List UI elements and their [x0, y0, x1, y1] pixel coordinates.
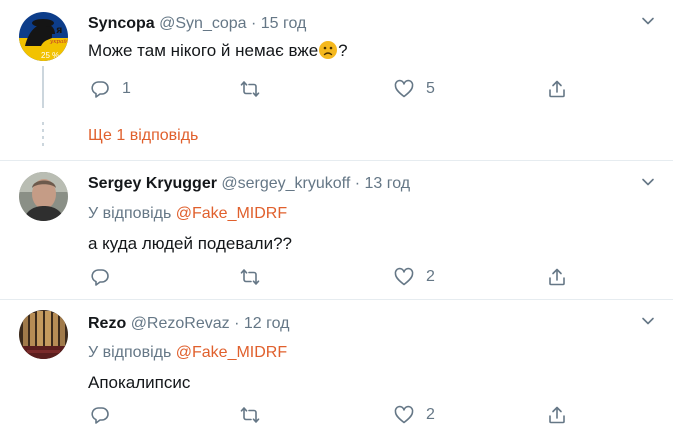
tweet-header: Rezo @RezoRevaz · 12 год	[88, 314, 289, 334]
like-count: 2	[426, 268, 435, 285]
tweet-text: Може там нікого й немає вже?	[88, 40, 348, 62]
separator-dot: ·	[234, 315, 240, 332]
retweet-icon	[240, 81, 260, 97]
avatar[interactable]	[19, 310, 68, 359]
timestamp[interactable]: 15 год	[261, 15, 307, 32]
share-button[interactable]	[547, 404, 567, 426]
thread-dots	[42, 122, 44, 148]
reply-prefix: У відповідь	[88, 205, 172, 222]
like-button[interactable]: 2	[394, 404, 435, 426]
mention-link[interactable]: @Fake_MIDRF	[176, 344, 287, 361]
user-handle[interactable]: @sergey_kryukoff	[221, 175, 350, 192]
thread-line	[42, 66, 44, 108]
separator-dot: ·	[251, 15, 257, 32]
frowning-face-emoji-icon	[319, 41, 338, 59]
user-handle[interactable]: @RezoRevaz	[131, 315, 230, 332]
reply-context: У відповідь @Fake_MIDRF	[88, 205, 287, 223]
like-button[interactable]: 5	[394, 78, 435, 100]
retweet-icon	[240, 407, 260, 423]
chevron-down-icon[interactable]	[641, 175, 655, 189]
user-handle[interactable]: @Syn_copa	[159, 15, 246, 32]
reply-button[interactable]	[90, 266, 122, 288]
mention-link[interactable]: @Fake_MIDRF	[176, 205, 287, 222]
svg-text:українка: українка	[49, 39, 68, 45]
tweet-text: Апокалипсис	[88, 373, 191, 392]
share-icon	[549, 406, 565, 424]
tweet-text: а куда людей подевали??	[88, 234, 293, 253]
retweet-button[interactable]	[240, 404, 272, 426]
svg-text:я: я	[56, 25, 62, 36]
tweet-text-suffix: ?	[338, 41, 348, 60]
like-button[interactable]: 2	[394, 266, 435, 288]
timestamp[interactable]: 12 год	[244, 315, 290, 332]
reply-icon	[91, 269, 109, 286]
heart-icon	[394, 405, 414, 424]
tweet-actions: 2	[88, 266, 608, 288]
retweet-icon	[240, 269, 260, 285]
like-count: 2	[426, 406, 435, 423]
retweet-button[interactable]	[240, 266, 272, 288]
display-name[interactable]: Sergey Kryugger	[88, 175, 217, 192]
share-icon	[549, 80, 565, 98]
share-icon	[549, 268, 565, 286]
tweet-rezo[interactable]: Rezo @RezoRevaz · 12 год У відповідь @Fa…	[0, 300, 673, 436]
tweet-actions: 2	[88, 404, 608, 426]
separator-dot: ·	[354, 175, 361, 192]
reply-button[interactable]: 1	[90, 78, 131, 100]
display-name[interactable]: Rezo	[88, 315, 126, 332]
retweet-button[interactable]	[240, 78, 272, 100]
tweet-syncopa[interactable]: я українка 25 % Syncopa @Syn_copa · 15 г…	[0, 0, 673, 160]
tweet-header: Syncopa @Syn_copa · 15 год	[88, 14, 306, 34]
reply-icon	[91, 81, 109, 98]
tweet-sergey-kryugger[interactable]: Sergey Kryugger @sergey_kryukoff · 13 го…	[0, 161, 673, 299]
share-button[interactable]	[547, 78, 567, 100]
like-count: 5	[426, 80, 435, 97]
tweet-text-body: Може там нікого й немає вже	[88, 41, 319, 60]
svg-text:25 %: 25 %	[41, 51, 59, 60]
tweet-actions: 1 5	[88, 78, 608, 100]
reply-prefix: У відповідь	[88, 344, 172, 361]
share-button[interactable]	[547, 266, 567, 288]
reply-button[interactable]	[90, 404, 122, 426]
avatar[interactable]: я українка 25 %	[19, 12, 68, 61]
timestamp[interactable]: 13 год	[365, 175, 411, 192]
reply-count: 1	[122, 80, 131, 97]
tweet-header: Sergey Kryugger @sergey_kryukoff · 13 го…	[88, 174, 410, 194]
chevron-down-icon[interactable]	[641, 314, 655, 328]
chevron-down-icon[interactable]	[641, 14, 655, 28]
avatar[interactable]	[19, 172, 68, 221]
reply-context: У відповідь @Fake_MIDRF	[88, 344, 287, 362]
reply-icon	[91, 407, 109, 424]
show-more-replies-link[interactable]: Ще 1 відповідь	[88, 127, 198, 145]
display-name[interactable]: Syncopa	[88, 15, 155, 32]
heart-icon	[394, 267, 414, 286]
heart-icon	[394, 79, 414, 98]
